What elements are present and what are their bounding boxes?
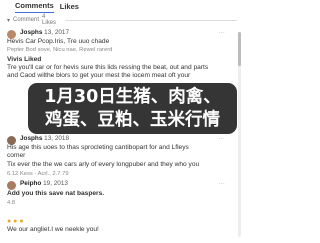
comment-author[interactable]: Josphs (20, 135, 42, 142)
comment-meta: Josphs 13, 2018 (20, 135, 220, 143)
comment-footer: 4.8 (7, 200, 16, 206)
comment-date: 19, 2013 (43, 180, 68, 187)
tab-bar: Comments Likes (0, 0, 243, 13)
emoji-reactions[interactable]: ● ● ● (7, 218, 24, 225)
scrollbar[interactable] (238, 32, 241, 237)
comment-filter[interactable]: ▾ Comment 4 Likes (7, 14, 237, 26)
comment-text: We our angliet.I we neekle you! (7, 226, 99, 233)
scrollbar-thumb[interactable] (238, 32, 241, 66)
comment-highlight: Vivis Liked (7, 56, 42, 63)
comment-meta: Josphs 13, 2017 (20, 29, 220, 37)
comment-date: 13, 2017 (44, 29, 70, 36)
comment-text: and Caod wilthe blors to get your mest t… (7, 72, 191, 79)
comment-date: 13, 2018 (44, 135, 70, 142)
more-icon[interactable]: ⋯ (218, 135, 225, 143)
comment-subtext: Pepter Bod sove, Nicu nae, Rewel rarerd (7, 47, 113, 53)
tab-comments[interactable]: Comments (15, 1, 54, 13)
filter-count: 4 Likes (42, 14, 57, 26)
headline-line-2: 鸡蛋、豆粕、玉米行情 (45, 110, 220, 130)
chevron-down-icon: ▾ (7, 17, 11, 24)
more-icon[interactable]: ⋯ (218, 180, 225, 188)
divider (65, 19, 237, 21)
filter-label: Comment (13, 17, 40, 23)
comment-meta: Peipho 19, 2013 (20, 180, 220, 188)
headline-overlay: 1月30日生猪、肉禽、 鸡蛋、豆粕、玉米行情 (28, 83, 237, 134)
comment-author[interactable]: Peipho (20, 180, 41, 187)
comment-text: Hevis Car Pcop.Iris, Tre uuo chade (7, 38, 110, 45)
comment-text: Tre you'll car or for hevis sure this li… (7, 64, 209, 71)
comment-text: His age this uoes to thas sprocleting ca… (7, 144, 189, 151)
headline-line-1: 1月30日生猪、肉禽、 (44, 87, 221, 107)
avatar[interactable] (7, 181, 16, 190)
comment-text: Tix ever the the we cars arly of every l… (7, 161, 200, 168)
more-icon[interactable]: ⋯ (218, 29, 225, 37)
comment-text: Add you this save nat baspers. (7, 190, 105, 197)
comment-footer: 6.12 Kess · Acrl., 2.7 79 (7, 171, 69, 177)
comment-text: comer (7, 152, 26, 159)
tab-likes[interactable]: Likes (60, 2, 79, 13)
comment-author[interactable]: Josphs (20, 29, 42, 36)
